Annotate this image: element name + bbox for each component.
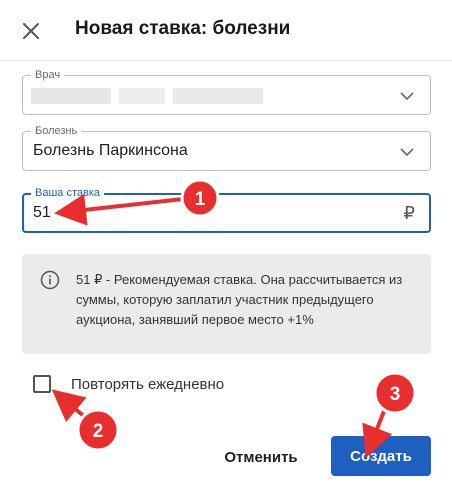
disease-value: Болезнь Паркинсона [33, 142, 188, 159]
disease-select[interactable]: Болезнь Болезнь Паркинсона [22, 124, 431, 171]
bid-value[interactable]: 51 [33, 204, 51, 222]
chevron-down-icon[interactable] [398, 143, 416, 161]
blurred-text [31, 88, 111, 104]
repeat-daily-label[interactable]: Повторять ежедневно [71, 376, 224, 393]
cancel-button[interactable]: Отменить [212, 438, 310, 476]
dialog-header: Новая ставка: болезни [0, 0, 452, 60]
chevron-down-icon[interactable] [398, 87, 416, 105]
blurred-text [119, 88, 165, 104]
doctor-select[interactable]: Врач [22, 68, 431, 115]
annotation-number-2: 2 [93, 421, 104, 442]
close-icon[interactable] [18, 18, 44, 44]
doctor-label: Врач [31, 68, 65, 82]
bid-label: Ваша ставка [31, 186, 105, 200]
bid-input[interactable]: Ваша ставка 51 ₽ [22, 186, 431, 233]
dialog-title: Новая ставка: болезни [75, 18, 291, 39]
info-icon [40, 270, 60, 290]
info-box: 51 ₽ - Рекомендуемая ставка. Она рассчит… [22, 254, 431, 354]
ruble-icon: ₽ [403, 203, 415, 223]
info-text: 51 ₽ - Рекомендуемая ставка. Она рассчит… [76, 272, 403, 327]
annotation-badge-3 [373, 371, 417, 415]
annotation-number-3: 3 [390, 384, 401, 405]
annotation-arrow-2 [51, 389, 87, 423]
create-button[interactable]: Создать [331, 436, 431, 476]
disease-label: Болезнь [31, 124, 82, 138]
blurred-text [173, 88, 263, 104]
header-divider [0, 60, 452, 61]
annotation-badge-2 [76, 408, 120, 452]
repeat-daily-checkbox[interactable] [33, 375, 51, 393]
